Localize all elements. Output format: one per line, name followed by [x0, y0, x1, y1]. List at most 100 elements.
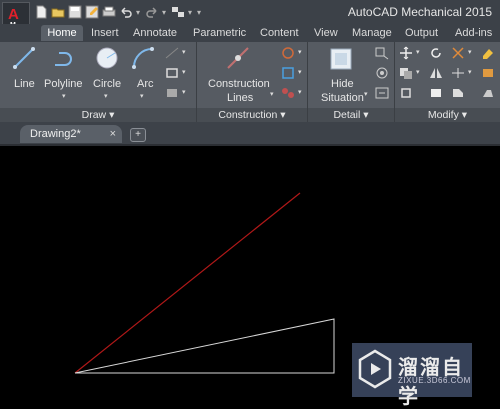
offset-icon[interactable]	[480, 86, 496, 100]
ribbon-panel: Line Polyline ▾ Circle ▾ Arc ▾ ▾ ▾ ▾ Dra…	[0, 42, 500, 123]
rectangle-icon[interactable]	[164, 66, 180, 80]
hatch-icon[interactable]	[164, 86, 180, 100]
trim-dropdown-icon[interactable]: ▾	[468, 48, 472, 56]
copy-dropdown-icon[interactable]: ▾	[416, 68, 420, 76]
document-tab-label: Drawing2*	[30, 128, 81, 140]
polyline-label: Polyline	[44, 78, 83, 90]
trim-icon[interactable]	[450, 46, 466, 60]
draw-title-text: Draw	[81, 109, 107, 121]
new-tab-button[interactable]: +	[130, 128, 146, 142]
ribbon-tabs: Home Insert Annotate Parametric Content …	[0, 24, 500, 42]
save-as-icon[interactable]	[85, 5, 99, 19]
line-label: Line	[14, 78, 35, 90]
hatch-dropdown-icon[interactable]: ▾	[182, 88, 186, 96]
more-icon[interactable]: ▾	[197, 8, 203, 17]
redo-dropdown-icon[interactable]: ▾	[162, 8, 168, 17]
polyline-tool[interactable]: Polyline ▾	[42, 44, 88, 104]
polyline-icon	[55, 52, 72, 66]
workspace-icon[interactable]	[171, 5, 185, 19]
hide-situation-tool[interactable]: Hide Situation	[312, 44, 370, 106]
white-triangle[interactable]	[74, 318, 335, 374]
fillet-dropdown-icon[interactable]: ▾	[468, 68, 472, 76]
save-icon[interactable]	[68, 5, 82, 19]
red-construction-line[interactable]	[74, 192, 301, 374]
line-tool[interactable]: Line	[6, 44, 42, 104]
circle-icon	[96, 47, 118, 69]
rectangle-dropdown-icon[interactable]: ▾	[182, 68, 186, 76]
tab-view[interactable]: View	[314, 25, 338, 41]
arc-dropdown-icon[interactable]: ▾	[140, 92, 144, 100]
app-logo: A	[8, 6, 19, 23]
construction-small-3-dropdown-icon[interactable]: ▾	[298, 88, 302, 96]
construction-small-2-icon[interactable]	[280, 66, 296, 80]
detail-small-1-icon[interactable]	[374, 46, 390, 60]
new-icon[interactable]	[34, 5, 48, 19]
construction-panel-title[interactable]: Construction ▾	[197, 108, 307, 122]
document-tab-bar: Drawing2* × +	[0, 122, 500, 146]
construction-label-1: Construction	[208, 78, 270, 90]
undo-dropdown-icon[interactable]: ▾	[136, 8, 142, 17]
copy-icon[interactable]	[398, 66, 414, 80]
stretch-icon[interactable]	[398, 86, 414, 100]
draw-small-1-dropdown-icon[interactable]: ▾	[182, 48, 186, 56]
hide-situation-icon	[330, 48, 352, 70]
tab-content[interactable]: Content	[260, 25, 299, 41]
mirror-icon[interactable]	[428, 66, 444, 80]
circle-label: Circle	[93, 78, 122, 90]
construction-label-2: Lines	[227, 92, 254, 104]
scale-icon[interactable]	[428, 86, 444, 100]
rotate-icon[interactable]	[428, 46, 444, 60]
tab-insert[interactable]: Insert	[91, 25, 119, 41]
construction-small-1-icon[interactable]	[280, 46, 296, 60]
line-icon	[13, 47, 35, 69]
tab-manage[interactable]: Manage	[352, 25, 392, 41]
construction-line-icon	[227, 47, 249, 69]
construction-small-3-icon[interactable]	[280, 86, 296, 100]
tab-add-ins[interactable]: Add-ins	[455, 25, 492, 41]
tab-annotate[interactable]: Annotate	[133, 25, 177, 41]
fillet-icon[interactable]	[450, 66, 466, 80]
hide-situation-dropdown-icon[interactable]: ▾	[364, 90, 368, 98]
modify-panel-title[interactable]: Modify ▾	[395, 108, 500, 122]
construction-title-text: Construction	[218, 109, 278, 121]
move-icon[interactable]	[398, 46, 414, 60]
print-icon[interactable]	[102, 5, 116, 19]
hide-label: Hide	[331, 78, 354, 90]
detail-title-text: Detail	[333, 109, 361, 121]
watermark-logo-icon	[358, 349, 392, 389]
watermark: 溜溜自学 ZIXUE.3D66.COM	[352, 343, 472, 408]
watermark-url: ZIXUE.3D66.COM	[398, 376, 471, 385]
move-dropdown-icon[interactable]: ▾	[416, 48, 420, 56]
explode-icon[interactable]	[480, 66, 496, 80]
erase-icon[interactable]	[480, 46, 496, 60]
detail-panel-title[interactable]: Detail ▾	[308, 108, 394, 122]
modify-title-text: Modify	[427, 109, 459, 121]
construction-small-2-dropdown-icon[interactable]: ▾	[298, 68, 302, 76]
detail-small-3-icon[interactable]	[374, 86, 390, 100]
undo-icon[interactable]	[119, 5, 133, 19]
circle-tool[interactable]: Circle ▾	[90, 44, 124, 104]
quick-access-toolbar: ▾ ▾ ▾ ▾	[34, 4, 203, 20]
construction-lines-tool[interactable]: Construction Lines	[200, 44, 276, 106]
detail-small-2-icon[interactable]	[374, 66, 390, 80]
tab-output[interactable]: Output	[405, 25, 438, 41]
tab-parametric[interactable]: Parametric	[193, 25, 246, 41]
title-bar: A M ▾ ▾ ▾ ▾ AutoCAD Mechanical 2015	[0, 0, 500, 34]
arc-icon	[132, 47, 154, 69]
tab-home[interactable]: Home	[41, 25, 83, 41]
polyline-dropdown-icon[interactable]: ▾	[62, 92, 66, 100]
workspace-dropdown-icon[interactable]: ▾	[188, 8, 194, 17]
document-tab-drawing2[interactable]: Drawing2* ×	[20, 125, 122, 143]
close-tab-icon[interactable]: ×	[110, 125, 116, 143]
construction-dropdown-icon[interactable]: ▾	[270, 90, 274, 98]
redo-icon[interactable]	[145, 5, 159, 19]
circle-dropdown-icon[interactable]: ▾	[104, 92, 108, 100]
arc-tool[interactable]: Arc ▾	[128, 44, 158, 104]
window-title: AutoCAD Mechanical 2015	[347, 5, 492, 19]
draw-panel-title[interactable]: Draw ▾	[0, 108, 196, 122]
draw-small-1-icon[interactable]	[164, 46, 180, 60]
array-icon[interactable]	[450, 86, 466, 100]
situation-label: Situation	[321, 92, 364, 104]
open-icon[interactable]	[51, 5, 65, 19]
construction-small-1-dropdown-icon[interactable]: ▾	[298, 48, 302, 56]
